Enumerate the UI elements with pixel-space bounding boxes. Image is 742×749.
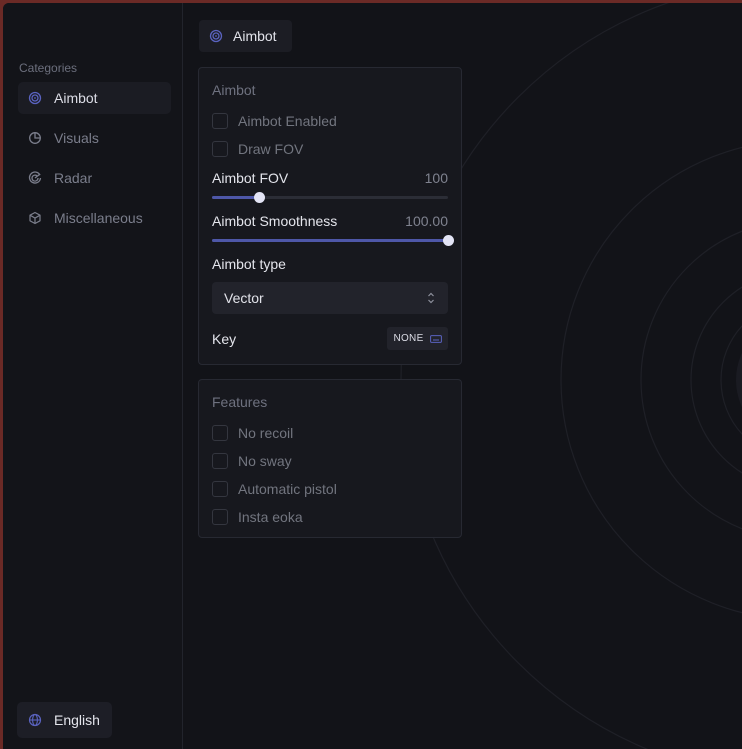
panel-title: Aimbot xyxy=(212,82,256,98)
sidebar-item-radar[interactable]: Radar xyxy=(18,162,171,194)
checkbox-box[interactable] xyxy=(212,481,228,497)
key-bind-button[interactable]: NONE xyxy=(387,327,448,350)
insta-eoka-checkbox[interactable]: Insta eoka xyxy=(212,509,303,525)
checkbox-box[interactable] xyxy=(212,453,228,469)
tab-label: Aimbot xyxy=(233,28,277,44)
smoothness-slider[interactable] xyxy=(212,235,454,246)
no-sway-checkbox[interactable]: No sway xyxy=(212,453,292,469)
aimbot-panel: Aimbot Aimbot Enabled Draw FOV Aimbot FO… xyxy=(198,67,462,365)
aimbot-type-select[interactable]: Vector xyxy=(212,282,448,314)
checkbox-label: No sway xyxy=(238,453,292,469)
key-value: NONE xyxy=(393,333,424,344)
radar-icon xyxy=(28,171,42,185)
checkbox-label: Draw FOV xyxy=(238,141,304,157)
no-recoil-checkbox[interactable]: No recoil xyxy=(212,425,293,441)
sidebar-item-label: Miscellaneous xyxy=(54,210,143,226)
checkbox-box[interactable] xyxy=(212,113,228,129)
select-value: Vector xyxy=(224,290,264,306)
slider-fill xyxy=(212,196,260,199)
sidebar-item-label: Aimbot xyxy=(54,90,98,106)
sidebar-item-miscellaneous[interactable]: Miscellaneous xyxy=(18,202,171,234)
language-button[interactable]: English xyxy=(17,702,112,738)
sidebar-item-visuals[interactable]: Visuals xyxy=(18,122,171,154)
panel-title: Features xyxy=(212,394,268,410)
slider-thumb[interactable] xyxy=(254,192,266,203)
target-icon xyxy=(209,29,223,43)
chevron-up-down-icon xyxy=(426,291,436,305)
checkbox-label: Aimbot Enabled xyxy=(238,113,337,129)
aimbot-type-label: Aimbot type xyxy=(212,256,286,272)
main-content: Aimbot Aimbot Aimbot Enabled Draw FOV Ai… xyxy=(184,3,742,749)
cube-icon xyxy=(28,211,42,225)
globe-icon xyxy=(28,713,42,727)
checkbox-box[interactable] xyxy=(212,425,228,441)
sidebar-item-label: Radar xyxy=(54,170,93,186)
checkbox-label: Automatic pistol xyxy=(238,481,337,497)
language-label: English xyxy=(54,712,100,728)
checkbox-box[interactable] xyxy=(212,509,228,525)
slider-thumb[interactable] xyxy=(443,235,454,246)
key-label: Key xyxy=(212,331,237,347)
sidebar-heading: Categories xyxy=(19,61,78,75)
fov-slider[interactable] xyxy=(212,192,448,203)
draw-fov-checkbox[interactable]: Draw FOV xyxy=(212,141,303,157)
slider-fill xyxy=(212,239,448,242)
checkbox-label: Insta eoka xyxy=(238,509,303,525)
keyboard-icon xyxy=(429,334,442,343)
fov-value: 100 xyxy=(424,170,448,186)
sidebar-item-label: Visuals xyxy=(54,130,99,146)
sidebar: Categories Aimbot Visuals Radar Miscella… xyxy=(3,3,183,749)
automatic-pistol-checkbox[interactable]: Automatic pistol xyxy=(212,481,337,497)
checkbox-box[interactable] xyxy=(212,141,228,157)
smoothness-label: Aimbot Smoothness xyxy=(212,213,338,229)
tab-aimbot[interactable]: Aimbot xyxy=(199,20,292,52)
features-panel: Features No recoil No sway Automatic pis… xyxy=(198,379,462,538)
checkbox-label: No recoil xyxy=(238,425,294,441)
app-window: Categories Aimbot Visuals Radar Miscella… xyxy=(3,3,742,749)
sidebar-item-aimbot[interactable]: Aimbot xyxy=(18,82,171,114)
category-list: Aimbot Visuals Radar Miscellaneous xyxy=(18,82,171,242)
smoothness-value: 100.00 xyxy=(405,213,448,229)
target-icon xyxy=(28,91,42,105)
aimbot-enabled-checkbox[interactable]: Aimbot Enabled xyxy=(212,113,337,129)
fov-label: Aimbot FOV xyxy=(212,170,289,186)
pie-chart-icon xyxy=(28,131,42,145)
